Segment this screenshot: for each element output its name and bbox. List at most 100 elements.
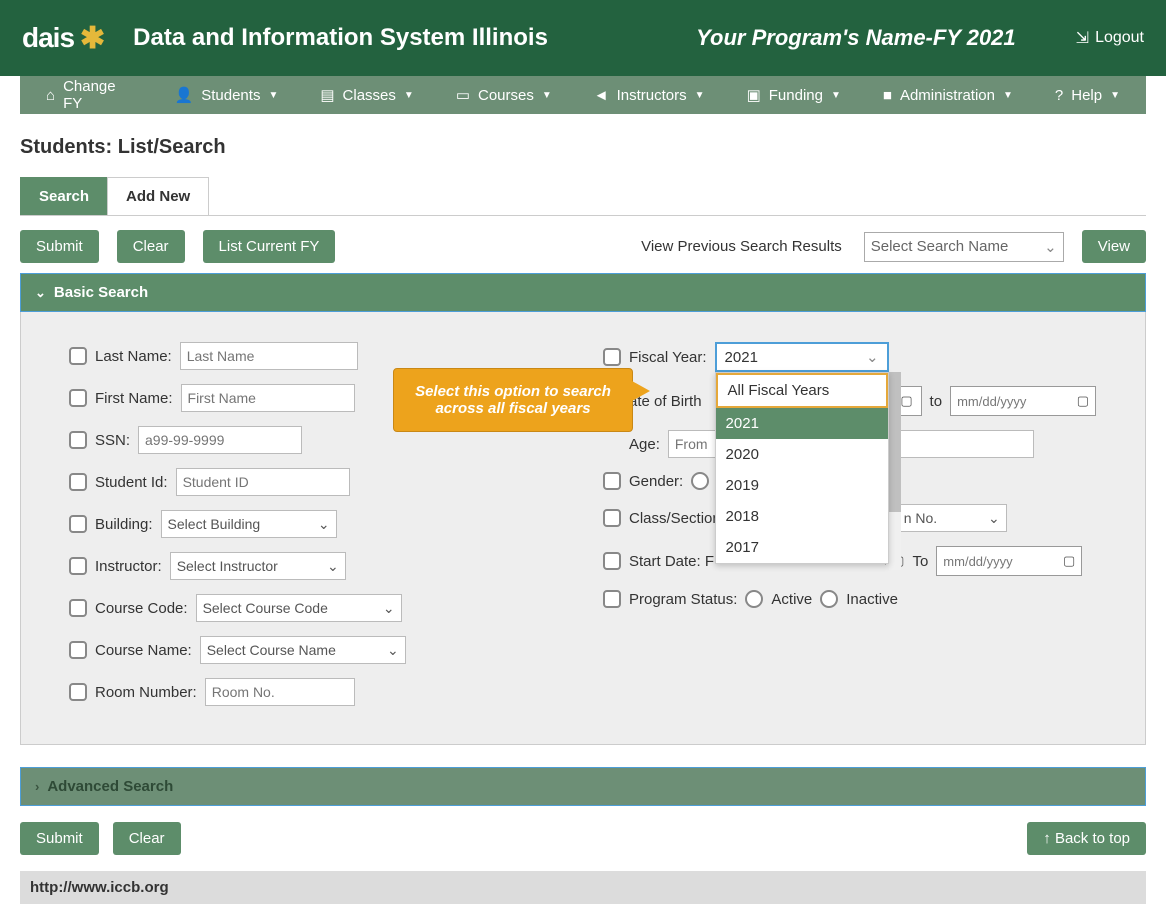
nav-change-fy[interactable]: ⌂ Change FY bbox=[30, 70, 149, 120]
course-name-checkbox[interactable] bbox=[69, 641, 87, 659]
active-label: Active bbox=[771, 591, 812, 608]
footer-link[interactable]: http://www.iccb.org bbox=[20, 871, 1146, 904]
list-current-fy-button[interactable]: List Current FY bbox=[203, 230, 336, 263]
course-code-checkbox[interactable] bbox=[69, 599, 87, 617]
main-nav: ⌂ Change FY 👤 Students ▼ ▤ Classes ▼ ▭ C… bbox=[20, 76, 1146, 114]
caret-down-icon: ▼ bbox=[695, 90, 705, 101]
start-date-checkbox[interactable] bbox=[603, 552, 621, 570]
course-code-select[interactable]: Select Course Code ⌄ bbox=[196, 594, 402, 622]
logout-link[interactable]: ⇲ Logout bbox=[1076, 28, 1144, 48]
submit-button-bottom[interactable]: Submit bbox=[20, 822, 99, 855]
age-to-input[interactable] bbox=[880, 430, 1034, 458]
course-name-placeholder: Select Course Name bbox=[207, 642, 336, 658]
start-date-to-label: To bbox=[912, 553, 928, 570]
clear-button-bottom[interactable]: Clear bbox=[113, 822, 181, 855]
basic-search-header[interactable]: ⌄ Basic Search bbox=[20, 273, 1146, 312]
program-name: Your Program's Name-FY 2021 bbox=[696, 25, 1015, 51]
fiscal-year-label: Fiscal Year: bbox=[629, 349, 707, 366]
course-name-select[interactable]: Select Course Name ⌄ bbox=[200, 636, 406, 664]
fiscal-year-select[interactable]: 2021 ⌄ bbox=[715, 342, 889, 372]
nav-help[interactable]: ? Help ▼ bbox=[1039, 79, 1136, 112]
room-number-checkbox[interactable] bbox=[69, 683, 87, 701]
gender-radio[interactable] bbox=[691, 472, 709, 490]
ssn-checkbox[interactable] bbox=[69, 431, 87, 449]
nav-classes[interactable]: ▤ Classes ▼ bbox=[304, 78, 429, 112]
instructor-label: Instructor: bbox=[95, 558, 162, 575]
gender-checkbox[interactable] bbox=[603, 472, 621, 490]
page-title: Students: List/Search bbox=[20, 136, 1146, 159]
fy-option-2020[interactable]: 2020 bbox=[716, 439, 888, 470]
fy-option-2021[interactable]: 2021 bbox=[716, 408, 888, 439]
dob-to-label: to bbox=[930, 393, 943, 410]
chevron-down-icon: ⌄ bbox=[1044, 238, 1057, 256]
tab-search[interactable]: Search bbox=[20, 177, 108, 215]
prev-search-placeholder: Select Search Name bbox=[871, 238, 1009, 255]
submit-button[interactable]: Submit bbox=[20, 230, 99, 263]
last-name-input[interactable] bbox=[180, 342, 358, 370]
prev-search-select[interactable]: Select Search Name ⌄ bbox=[864, 232, 1064, 262]
inactive-radio[interactable] bbox=[820, 590, 838, 608]
chevron-down-icon: ⌄ bbox=[327, 558, 339, 575]
room-number-input[interactable] bbox=[205, 678, 355, 706]
building-checkbox[interactable] bbox=[69, 515, 87, 533]
nav-instructors[interactable]: ◄ Instructors ▼ bbox=[578, 79, 721, 112]
advanced-search-header[interactable]: › Advanced Search bbox=[20, 767, 1146, 806]
help-icon: ? bbox=[1055, 87, 1063, 104]
fy-option-2017[interactable]: 2017 bbox=[716, 532, 888, 563]
instructor-checkbox[interactable] bbox=[69, 557, 87, 575]
dob-to-placeholder: mm/dd/yyyy bbox=[957, 394, 1026, 409]
program-status-checkbox[interactable] bbox=[603, 590, 621, 608]
fy-scrollbar[interactable] bbox=[889, 372, 901, 570]
start-date-to-placeholder: mm/dd/yyyy bbox=[943, 554, 1012, 569]
program-status-label: Program Status: bbox=[629, 591, 737, 608]
student-id-input[interactable] bbox=[176, 468, 350, 496]
dob-to-input[interactable]: mm/dd/yyyy ▢ bbox=[950, 386, 1096, 416]
caret-down-icon: ▼ bbox=[1003, 90, 1013, 101]
fiscal-year-checkbox[interactable] bbox=[603, 348, 621, 366]
first-name-input[interactable] bbox=[181, 384, 355, 412]
fy-option-2019[interactable]: 2019 bbox=[716, 470, 888, 501]
student-id-checkbox[interactable] bbox=[69, 473, 87, 491]
basic-search-body: Select this option to search across all … bbox=[20, 312, 1146, 745]
instructor-select[interactable]: Select Instructor ⌄ bbox=[170, 552, 346, 580]
last-name-checkbox[interactable] bbox=[69, 347, 87, 365]
clear-button[interactable]: Clear bbox=[117, 230, 185, 263]
class-section-select[interactable]: n No. ⌄ bbox=[897, 504, 1007, 532]
nav-help-label: Help bbox=[1071, 87, 1102, 104]
nav-instructors-label: Instructors bbox=[617, 87, 687, 104]
class-section-checkbox[interactable] bbox=[603, 509, 621, 527]
ssn-input[interactable] bbox=[138, 426, 302, 454]
person-icon: 👤 bbox=[175, 86, 194, 104]
caret-down-icon: ▼ bbox=[268, 90, 278, 101]
course-name-label: Course Name: bbox=[95, 642, 192, 659]
chevron-right-icon: › bbox=[35, 779, 39, 794]
course-code-label: Course Code: bbox=[95, 600, 188, 617]
fy-option-all[interactable]: All Fiscal Years bbox=[716, 373, 888, 408]
nav-students[interactable]: 👤 Students ▼ bbox=[159, 78, 295, 112]
class-section-label: Class/Section bbox=[629, 510, 721, 527]
building-select[interactable]: Select Building ⌄ bbox=[161, 510, 337, 538]
calendar-icon: ▢ bbox=[900, 393, 912, 409]
back-to-top-button[interactable]: ↑ Back to top bbox=[1027, 822, 1146, 855]
arrow-up-icon: ↑ bbox=[1043, 830, 1051, 847]
caret-down-icon: ▼ bbox=[542, 90, 552, 101]
nav-courses[interactable]: ▭ Courses ▼ bbox=[440, 78, 568, 112]
callout-arrow-icon bbox=[632, 381, 650, 401]
fy-option-2018[interactable]: 2018 bbox=[716, 501, 888, 532]
nav-funding[interactable]: ▣ Funding ▼ bbox=[731, 78, 857, 112]
course-code-placeholder: Select Course Code bbox=[203, 600, 328, 616]
nav-administration[interactable]: ■ Administration ▼ bbox=[867, 79, 1029, 112]
book-icon: ▭ bbox=[456, 86, 470, 104]
list-icon: ▤ bbox=[320, 86, 334, 104]
student-id-label: Student Id: bbox=[95, 474, 168, 491]
start-date-to-input[interactable]: mm/dd/yyyy ▢ bbox=[936, 546, 1082, 576]
view-button[interactable]: View bbox=[1082, 230, 1146, 263]
app-title: Data and Information System Illinois bbox=[133, 24, 696, 52]
first-name-label: First Name: bbox=[95, 390, 173, 407]
fy-scrollbar-thumb[interactable] bbox=[889, 372, 901, 512]
start-date-label: Start Date: F bbox=[629, 553, 714, 570]
tab-add-new[interactable]: Add New bbox=[107, 177, 209, 215]
active-radio[interactable] bbox=[745, 590, 763, 608]
first-name-checkbox[interactable] bbox=[69, 389, 87, 407]
back-to-top-label: Back to top bbox=[1055, 830, 1130, 847]
